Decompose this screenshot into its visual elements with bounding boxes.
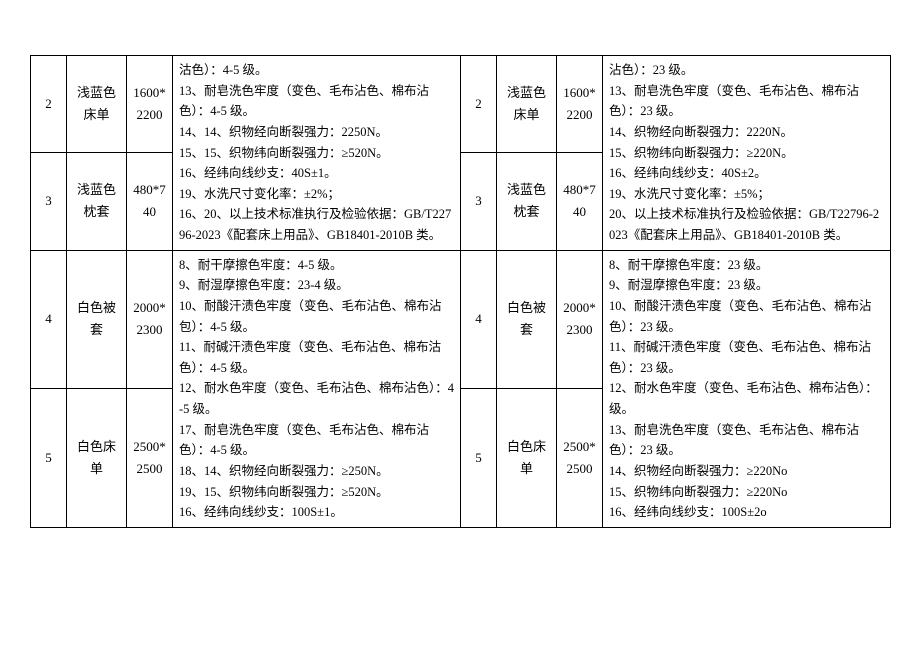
row-num: 2 xyxy=(31,56,67,153)
spec-line: 11、耐碱汗渍色牢度（变色、毛布沾色、棉布沾色）：23 级。 xyxy=(609,337,884,378)
row-name: 白色床单 xyxy=(497,389,557,528)
spec-line: 12、耐水色牢度（变色、毛布沾色、棉布沾色）：4-5 级。 xyxy=(179,378,454,419)
spec-line: 16、经纬向线纱支：100S±1。 xyxy=(179,502,454,523)
spec-line: 沽色）：4-5 级。 xyxy=(179,60,454,81)
spec-line: 14、织物经向断裂强力：≥220No xyxy=(609,461,884,482)
spec-line: 16、经纬向线纱支：100S±2o xyxy=(609,502,884,523)
row-num: 3 xyxy=(461,153,497,250)
row-name: 浅蓝色枕套 xyxy=(497,153,557,250)
row-name: 白色被套 xyxy=(497,250,557,389)
row-num: 5 xyxy=(31,389,67,528)
row-name: 白色被套 xyxy=(67,250,127,389)
spec-line: 9、耐湿摩擦色牢度：23-4 级。 xyxy=(179,275,454,296)
row-size: 2000*2300 xyxy=(127,250,173,389)
spec-line: 11、耐碱汗渍色牢度（变色、毛布沾色、棉布沽色）：4-5 级。 xyxy=(179,337,454,378)
row-name: 白色床单 xyxy=(67,389,127,528)
spec-table: 2浅蓝色床单1600*2200沽色）：4-5 级。13、耐皂洗色牢度（变色、毛布… xyxy=(30,55,891,528)
spec-line: 10、耐酸汗渍色牢度（变色、毛布沾色、棉布沾色）：23 级。 xyxy=(609,296,884,337)
row-size: 2000*2300 xyxy=(557,250,603,389)
spec-line: 19、水洗尺寸变化率：±2%； xyxy=(179,184,454,205)
row-size: 1600*2200 xyxy=(127,56,173,153)
spec-line: 18、14、织物经向断裂强力：≥250N。 xyxy=(179,461,454,482)
spec-cell: 8、耐干摩擦色牢度：23 级。9、耐湿摩擦色牢度：23 级。10、耐酸汗渍色牢度… xyxy=(603,250,891,527)
row-size: 480*740 xyxy=(127,153,173,250)
spec-line: 19、水洗尺寸变化率：±5%； xyxy=(609,184,884,205)
spec-cell: 沽色）：4-5 级。13、耐皂洗色牢度（变色、毛布沾色、棉布沾色）：4-5 级。… xyxy=(173,56,461,251)
spec-line: 14、织物经向断裂强力：2220N。 xyxy=(609,122,884,143)
spec-line: 12、耐水色牢度（变色、毛布沾色、棉布沾色）：级。 xyxy=(609,378,884,419)
spec-line: 19、15、织物纬向断裂强力：≥520N。 xyxy=(179,482,454,503)
row-name: 浅蓝色枕套 xyxy=(67,153,127,250)
spec-cell: 沾色）：23 级。13、耐皂洗色牢度（变色、毛布沾色、棉布沾色）：23 级。14… xyxy=(603,56,891,251)
spec-line: 16、经纬向线纱支：40S±1。 xyxy=(179,163,454,184)
row-size: 1600*2200 xyxy=(557,56,603,153)
spec-cell: 8、耐干摩擦色牢度：4-5 级。9、耐湿摩擦色牢度：23-4 级。10、耐酸汗渍… xyxy=(173,250,461,527)
spec-line: 15、织物纬向断裂强力：≥220N。 xyxy=(609,143,884,164)
row-num: 5 xyxy=(461,389,497,528)
spec-line: 8、耐干摩擦色牢度：4-5 级。 xyxy=(179,255,454,276)
row-num: 4 xyxy=(31,250,67,389)
row-name: 浅蓝色床单 xyxy=(497,56,557,153)
spec-line: 15、织物纬向断裂强力：≥220No xyxy=(609,482,884,503)
spec-line: 13、耐皂洗色牢度（变色、毛布沾色、棉布沾色）：23 级。 xyxy=(609,81,884,122)
spec-line: 13、耐皂洗色牢度（变色、毛布沾色、棉布沾色）：23 级。 xyxy=(609,420,884,461)
table-row: 4白色被套2000*23008、耐干摩擦色牢度：4-5 级。9、耐湿摩擦色牢度：… xyxy=(31,250,891,389)
row-num: 4 xyxy=(461,250,497,389)
spec-line: 10、耐酸汗渍色牢度（变色、毛布沾色、棉布沾包）：4-5 级。 xyxy=(179,296,454,337)
spec-line: 20、以上技术标准执行及检验依据：GB/T22796-2023《配套床上用品》、… xyxy=(609,204,884,245)
spec-line: 17、耐皂洗色牢度（变色、毛布沾色、棉布沾色）：4-5 级。 xyxy=(179,420,454,461)
row-size: 480*740 xyxy=(557,153,603,250)
spec-line: 14、14、织物经向断裂强力：2250N。 xyxy=(179,122,454,143)
row-num: 2 xyxy=(461,56,497,153)
spec-line: 13、耐皂洗色牢度（变色、毛布沾色、棉布沾色）：4-5 级。 xyxy=(179,81,454,122)
table-row: 2浅蓝色床单1600*2200沽色）：4-5 级。13、耐皂洗色牢度（变色、毛布… xyxy=(31,56,891,153)
spec-line: 沾色）：23 级。 xyxy=(609,60,884,81)
row-num: 3 xyxy=(31,153,67,250)
row-size: 2500*2500 xyxy=(127,389,173,528)
row-size: 2500*2500 xyxy=(557,389,603,528)
row-name: 浅蓝色床单 xyxy=(67,56,127,153)
spec-line: 9、耐湿摩擦色牢度：23 级。 xyxy=(609,275,884,296)
spec-line: 15、15、织物纬向断裂强力：≥520N。 xyxy=(179,143,454,164)
spec-line: 16、经纬向线纱支：40S±2。 xyxy=(609,163,884,184)
spec-line: 16、20、以上技术标准执行及检验依据：GB/T22796-2023《配套床上用… xyxy=(179,204,454,245)
spec-line: 8、耐干摩擦色牢度：23 级。 xyxy=(609,255,884,276)
